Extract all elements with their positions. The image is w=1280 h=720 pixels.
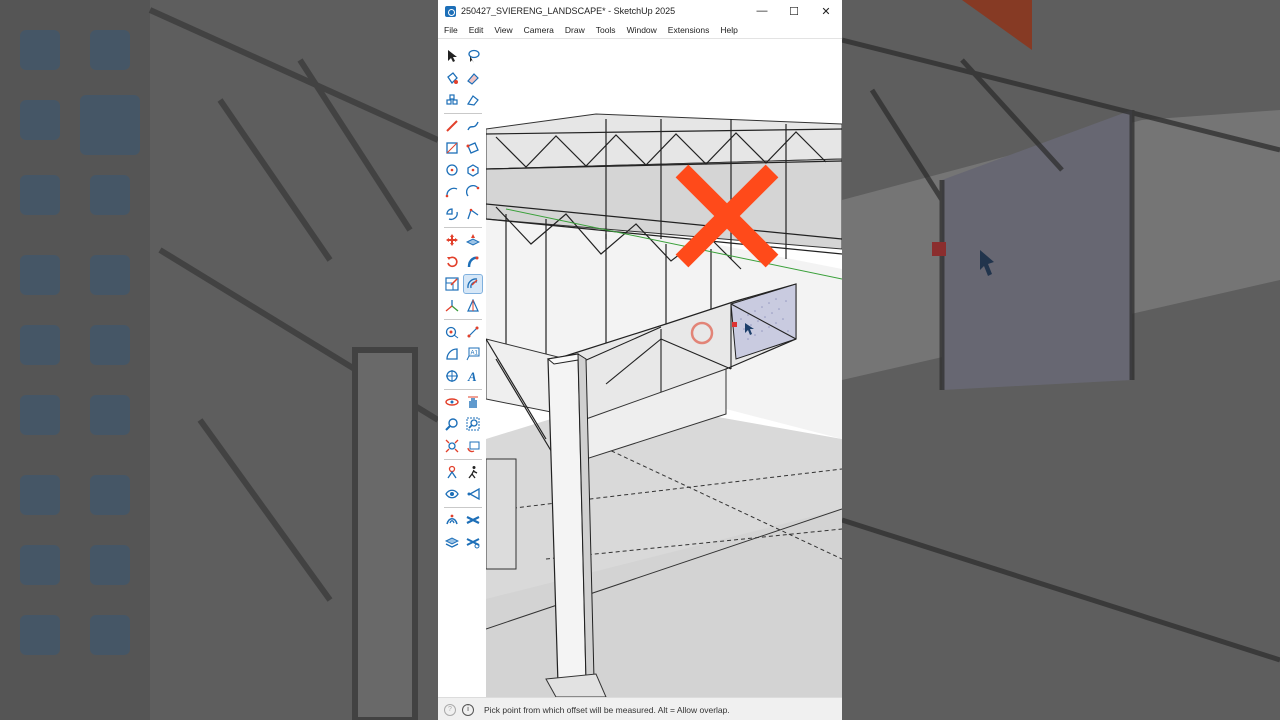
protractor-tool-icon[interactable] xyxy=(443,345,461,363)
tape-measure-tool-icon[interactable] xyxy=(443,323,461,341)
scale-tool-icon[interactable] xyxy=(443,275,461,293)
zoom-extents-tool-icon[interactable] xyxy=(443,437,461,455)
three-point-arc-tool-icon[interactable] xyxy=(464,205,482,223)
large-tool-set: A1 A xyxy=(440,42,486,562)
3d-text-tool-icon[interactable]: A xyxy=(464,367,482,385)
3d-text-reference-tool-icon[interactable] xyxy=(443,367,461,385)
look-around-tool-icon[interactable] xyxy=(443,485,461,503)
position-camera-tool-icon[interactable] xyxy=(443,463,461,481)
status-message: Pick point from which offset will be mea… xyxy=(484,704,730,715)
orbit-tool-icon[interactable] xyxy=(443,393,461,411)
pie-tool-icon[interactable] xyxy=(443,205,461,223)
lasso-select-tool-icon[interactable] xyxy=(464,47,482,65)
info-icon[interactable]: i xyxy=(462,703,474,716)
menu-file[interactable]: File xyxy=(438,25,463,35)
walk-tool-icon[interactable] xyxy=(464,463,482,481)
freehand-tool-icon[interactable] xyxy=(464,117,482,135)
title-bar: 250427_SVIERENG_LANDSCAPE* - SketchUp 20… xyxy=(438,0,842,22)
sketchup-logo-icon xyxy=(445,5,456,17)
axes-tool-icon[interactable] xyxy=(443,297,461,315)
eraser-tool-icon[interactable] xyxy=(464,69,482,87)
paint-bucket-tool-icon[interactable] xyxy=(443,69,461,87)
menu-window[interactable]: Window xyxy=(621,25,662,35)
zoom-tool-icon[interactable] xyxy=(443,415,461,433)
menu-tools[interactable]: Tools xyxy=(590,25,621,35)
circle-tool-icon[interactable] xyxy=(443,161,461,179)
menu-draw[interactable]: Draw xyxy=(559,25,590,35)
rotated-rectangle-tool-icon[interactable] xyxy=(464,139,482,157)
sandbox-smoove-tool-icon[interactable] xyxy=(464,511,482,529)
window-title: 250427_SVIERENG_LANDSCAPE* - SketchUp 20… xyxy=(461,6,676,16)
sandbox-drape-tool-icon[interactable] xyxy=(464,533,482,551)
model-viewport[interactable] xyxy=(486,39,842,697)
minimize-button[interactable]: — xyxy=(746,0,778,22)
menu-extensions[interactable]: Extensions xyxy=(662,25,715,35)
section-plane-tool-icon[interactable] xyxy=(464,297,482,315)
sandbox-from-contours-tool-icon[interactable] xyxy=(443,511,461,529)
maximize-button[interactable]: ☐ xyxy=(778,0,810,22)
two-point-arc-tool-icon[interactable] xyxy=(464,183,482,201)
zoom-window-tool-icon[interactable] xyxy=(464,415,482,433)
advanced-camera-tool-icon[interactable] xyxy=(464,485,482,503)
status-bar: ? i Pick point from which offset will be… xyxy=(438,697,842,720)
background-right-blur xyxy=(842,0,1280,720)
svg-text:A: A xyxy=(467,369,477,383)
arc-tool-icon[interactable] xyxy=(443,183,461,201)
follow-me-tool-icon[interactable] xyxy=(464,253,482,271)
menu-bar: File Edit View Camera Draw Tools Window … xyxy=(438,22,842,38)
georeference-icon[interactable]: ? xyxy=(444,703,456,716)
tag-eraser-tool-icon[interactable] xyxy=(464,91,482,109)
previous-view-tool-icon[interactable] xyxy=(464,437,482,455)
components-tool-icon[interactable] xyxy=(443,91,461,109)
select-tool-icon[interactable] xyxy=(443,47,461,65)
menu-edit[interactable]: Edit xyxy=(463,25,489,35)
dimension-tool-icon[interactable] xyxy=(464,323,482,341)
offset-tool-icon[interactable] xyxy=(463,274,483,294)
text-tool-icon[interactable]: A1 xyxy=(464,345,482,363)
move-tool-icon[interactable] xyxy=(443,231,461,249)
close-button[interactable]: ✕ xyxy=(810,0,842,22)
pencil-tool-icon[interactable] xyxy=(443,117,461,135)
pan-tool-icon[interactable] xyxy=(464,393,482,411)
sandbox-stamp-tool-icon[interactable] xyxy=(443,533,461,551)
menu-help[interactable]: Help xyxy=(714,25,742,35)
background-left-blur xyxy=(0,0,438,720)
rotate-tool-icon[interactable] xyxy=(443,253,461,271)
push-pull-tool-icon[interactable] xyxy=(464,231,482,249)
polygon-tool-icon[interactable] xyxy=(464,161,482,179)
rectangle-tool-icon[interactable] xyxy=(443,139,461,157)
menu-camera[interactable]: Camera xyxy=(518,25,559,35)
sketchup-window: 250427_SVIERENG_LANDSCAPE* - SketchUp 20… xyxy=(438,0,842,720)
svg-text:A1: A1 xyxy=(471,351,479,357)
menu-view[interactable]: View xyxy=(488,25,517,35)
